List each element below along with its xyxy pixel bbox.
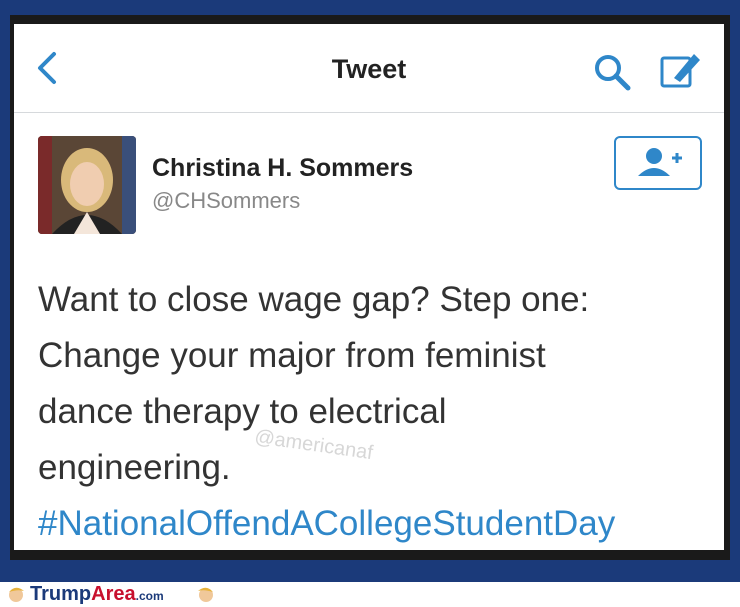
brand-trump: Trump bbox=[30, 583, 92, 605]
display-name[interactable]: Christina H. Sommers bbox=[152, 154, 413, 183]
hashtag-link[interactable]: #NationalOffendACollegeStudentDay bbox=[38, 496, 708, 552]
tweet-line: Want to close wage gap? Step one: bbox=[38, 280, 590, 319]
site-footer: TrumpArea.com bbox=[0, 582, 740, 607]
tweet-line: dance therapy to electrical bbox=[38, 392, 447, 431]
nav-bar: Tweet bbox=[14, 24, 724, 113]
tweet-text: Want to close wage gap? Step one: Change… bbox=[38, 272, 708, 552]
add-user-icon bbox=[638, 148, 682, 176]
avatar-photo bbox=[38, 136, 136, 234]
brand-com: .com bbox=[135, 589, 164, 603]
brand-logo[interactable]: TrumpArea.com bbox=[30, 583, 164, 606]
avatar[interactable] bbox=[38, 136, 136, 234]
outer-frame: Tweet Christina H. Sommers @CHSommers Wa… bbox=[0, 0, 740, 582]
trump-face-icon bbox=[9, 587, 24, 602]
follow-button[interactable] bbox=[614, 136, 702, 190]
user-handle[interactable]: @CHSommers bbox=[152, 188, 300, 214]
search-icon[interactable] bbox=[592, 52, 634, 92]
tweet-card: Tweet Christina H. Sommers @CHSommers Wa… bbox=[14, 24, 724, 550]
compose-icon[interactable] bbox=[654, 44, 706, 96]
trump-face-icon bbox=[198, 587, 213, 602]
tweet-line: Change your major from feminist bbox=[38, 336, 546, 375]
brand-area: Area bbox=[91, 583, 136, 605]
